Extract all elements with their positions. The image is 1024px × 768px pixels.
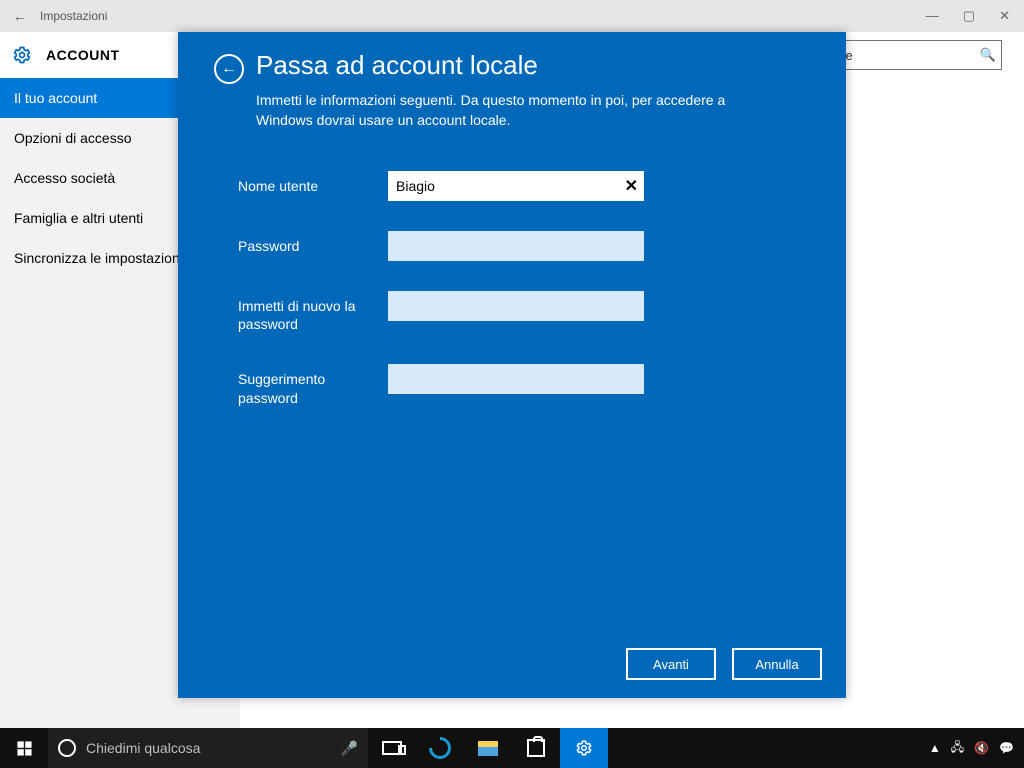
password-confirm-input[interactable] [388,291,644,321]
settings-category-title: ACCOUNT [46,47,120,63]
tray-notifications-icon[interactable]: 💬 [999,741,1014,755]
microphone-icon[interactable]: 🎤 [341,740,358,757]
local-account-dialog: ← Passa ad account locale Immetti le inf… [178,32,846,698]
window-titlebar: ← Impostazioni — ▢ ✕ [0,0,1024,32]
window-title: Impostazioni [32,9,926,23]
tray-onedrive-icon[interactable]: ▲ [929,741,941,755]
clear-input-icon[interactable]: ✕ [625,176,638,196]
cancel-button[interactable]: Annulla [732,648,822,680]
username-input[interactable] [388,171,644,201]
tray-volume-icon[interactable]: 🔇 [974,741,989,755]
next-button[interactable]: Avanti [626,648,716,680]
gear-icon [12,45,32,65]
settings-search-input[interactable] [822,40,1002,70]
password-input[interactable] [388,231,644,261]
taskbar-app-settings[interactable] [560,728,608,768]
taskbar-app-store[interactable] [512,728,560,768]
cortana-placeholder: Chiedimi qualcosa [86,740,331,756]
taskbar: Chiedimi qualcosa 🎤 ▲ 🖧 🔇 💬 [0,728,1024,768]
password-label: Password [238,231,388,256]
cortana-search[interactable]: Chiedimi qualcosa 🎤 [48,728,368,768]
cortana-icon [58,739,76,757]
dialog-title: Passa ad account locale [256,50,538,81]
password-hint-label: Suggerimento password [238,364,388,408]
dialog-subtitle: Immetti le informazioni seguenti. Da que… [256,90,776,131]
taskbar-app-edge[interactable] [416,728,464,768]
username-label: Nome utente [238,171,388,196]
search-icon[interactable]: 🔍 [980,47,996,63]
password-confirm-label: Immetti di nuovo la password [238,291,388,335]
taskbar-app-explorer[interactable] [464,728,512,768]
system-tray[interactable]: ▲ 🖧 🔇 💬 [929,738,1024,759]
close-button[interactable]: ✕ [999,8,1010,24]
minimize-button[interactable]: — [926,8,939,24]
maximize-button[interactable]: ▢ [963,8,975,24]
password-hint-input[interactable] [388,364,644,394]
start-button[interactable] [0,728,48,768]
back-arrow-icon[interactable]: ← [8,8,32,24]
dialog-back-button[interactable]: ← [214,54,244,84]
tray-network-icon[interactable]: 🖧 [951,738,964,759]
task-view-button[interactable] [368,728,416,768]
